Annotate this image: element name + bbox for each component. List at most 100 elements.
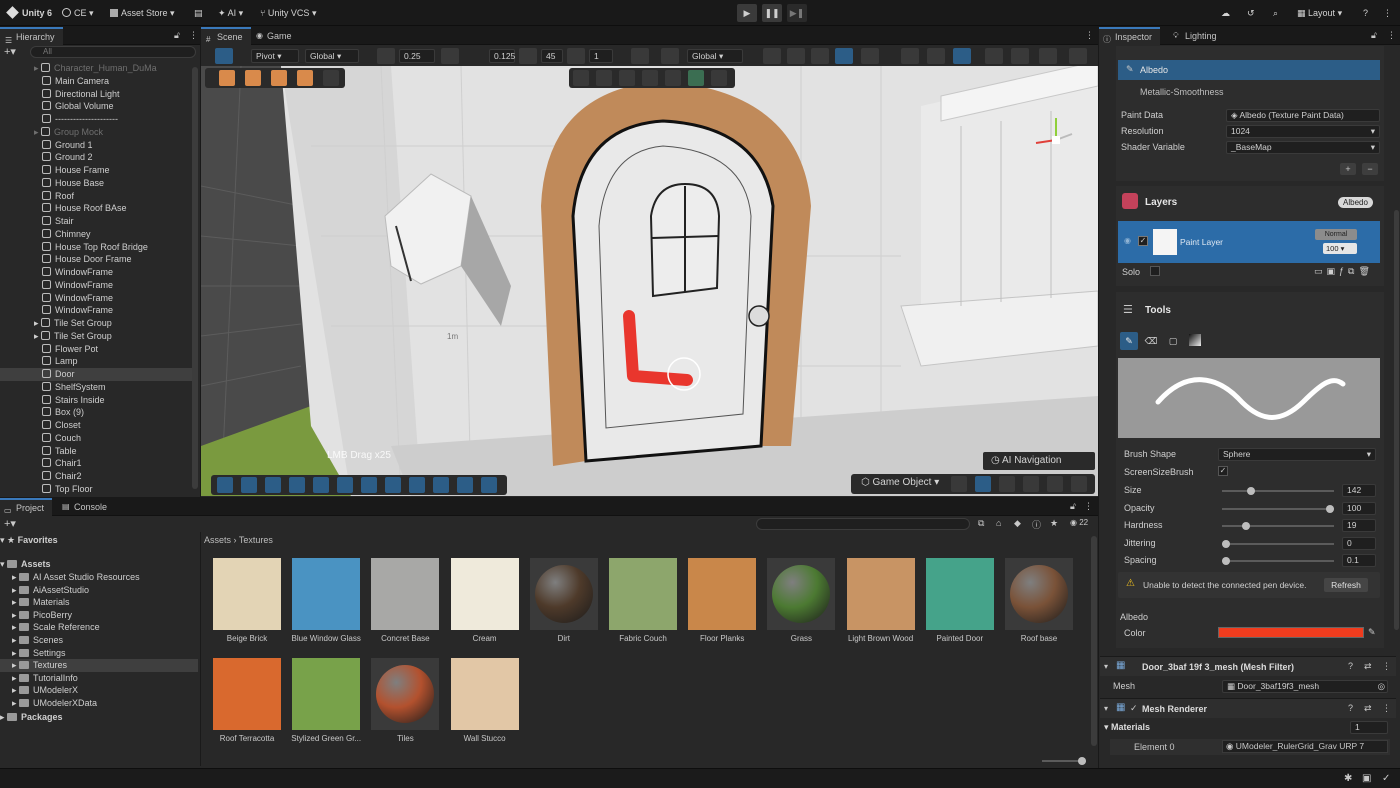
hierarchy-item[interactable]: Chair2: [0, 470, 192, 483]
um-tool-1-icon[interactable]: [241, 477, 257, 493]
lock-icon[interactable]: 🔓︎: [1070, 501, 1076, 512]
hierarchy-item[interactable]: WindowFrame: [0, 292, 192, 305]
history-icon[interactable]: ↺: [1247, 6, 1255, 20]
hierarchy-item[interactable]: Ground 2: [0, 151, 192, 164]
layer-visible-checkbox[interactable]: ✓: [1138, 236, 1148, 246]
camera-settings-icon[interactable]: [1039, 48, 1057, 64]
screen-size-checkbox[interactable]: ✓: [1218, 466, 1228, 476]
hierarchy-item[interactable]: House Top Roof Bridge: [0, 241, 192, 254]
hardness-field[interactable]: 19: [1342, 519, 1376, 532]
zoom-icon[interactable]: [433, 477, 449, 493]
opacity-slider[interactable]: [1222, 505, 1334, 513]
step-button[interactable]: ▶❚: [787, 4, 807, 22]
texture-item[interactable]: [450, 658, 519, 730]
solo-checkbox[interactable]: [1150, 266, 1160, 276]
globe-icon[interactable]: [763, 48, 781, 64]
texture-item[interactable]: [1005, 558, 1073, 630]
preset-icon[interactable]: ⇄: [1364, 661, 1372, 672]
hierarchy-search-input[interactable]: All: [30, 46, 196, 58]
tab-inspector[interactable]: ⓘ Inspector: [1099, 27, 1161, 45]
hierarchy-item[interactable]: Table: [0, 445, 192, 458]
expand-arrow-icon[interactable]: ▸: [12, 698, 19, 708]
panel-menu-icon[interactable]: ⋮: [1084, 501, 1093, 512]
mesh-filter-header[interactable]: ▾ ▦ Door_3baf 19f 3_mesh (Mesh Filter) ?…: [1100, 656, 1396, 676]
audio-mute-icon[interactable]: [901, 48, 919, 64]
eyedropper-icon[interactable]: ✎: [1368, 627, 1376, 638]
view-tool-icon[interactable]: [215, 48, 233, 64]
um-tool-2-icon[interactable]: [265, 477, 281, 493]
search-icon[interactable]: ⌕: [1273, 6, 1278, 20]
snap-value2-field[interactable]: 0.125: [489, 49, 515, 63]
help-icon[interactable]: ?: [1348, 703, 1353, 713]
duplicate-icon[interactable]: ⧉: [1348, 266, 1358, 276]
texture-item[interactable]: [767, 558, 836, 630]
hierarchy-item[interactable]: Chimney: [0, 228, 192, 241]
scale-value-field[interactable]: 1: [589, 49, 613, 63]
material-icon[interactable]: [711, 70, 727, 86]
unity-menu[interactable]: Unity 6: [6, 6, 52, 20]
texture-item[interactable]: [925, 558, 994, 630]
jittering-slider[interactable]: [1222, 540, 1334, 548]
expand-arrow-icon[interactable]: ▸: [12, 622, 19, 632]
brush-color-swatch[interactable]: [1218, 627, 1364, 638]
hierarchy-item[interactable]: House Frame: [0, 164, 192, 177]
hierarchy-item[interactable]: Global Volume: [0, 100, 192, 113]
rotate-tool-icon[interactable]: [999, 476, 1015, 492]
materials-foldout[interactable]: ▾ Materials: [1104, 722, 1150, 733]
inspector-scrollbar[interactable]: [1394, 210, 1399, 630]
texture-item[interactable]: [292, 658, 361, 730]
tag-icon[interactable]: ◆: [1014, 518, 1021, 529]
gradient-tool-icon[interactable]: [1186, 332, 1204, 350]
edge-icon[interactable]: [619, 70, 635, 86]
folder-item[interactable]: ▸ Materials: [0, 596, 198, 609]
hierarchy-item[interactable]: Lamp: [0, 355, 192, 368]
hierarchy-item[interactable]: ShelfSystem: [0, 381, 192, 394]
ai-navigation-overlay[interactable]: ◷ AI Navigation: [983, 452, 1095, 470]
expand-arrow-icon[interactable]: ▸: [12, 635, 19, 645]
shading-icon[interactable]: [787, 48, 805, 64]
bug-icon[interactable]: ✱: [1344, 773, 1352, 784]
expand-arrow-icon[interactable]: ▸: [12, 673, 19, 683]
add-icon[interactable]: +▾: [4, 45, 16, 58]
hierarchy-item[interactable]: House Door Frame: [0, 253, 192, 266]
hierarchy-item[interactable]: Stairs Inside: [0, 394, 192, 407]
component-menu-icon[interactable]: ⋮: [1382, 703, 1391, 714]
folder-icon[interactable]: ▭: [1314, 266, 1327, 276]
texture-item[interactable]: [292, 558, 361, 630]
eye-icon[interactable]: ◉: [1124, 236, 1131, 245]
material-field[interactable]: ◉ UModeler_RulerGrid_Grav URP 7: [1222, 740, 1388, 753]
panel-menu-icon[interactable]: ⋮: [1085, 30, 1094, 41]
hierarchy-item[interactable]: WindowFrame: [0, 304, 192, 317]
paint-mode-icon[interactable]: [219, 70, 235, 86]
shaded-icon[interactable]: [835, 48, 853, 64]
hierarchy-item[interactable]: Door: [0, 368, 192, 381]
cloud-icon[interactable]: ☁: [1221, 6, 1230, 20]
hierarchy-item[interactable]: ▸ Group Mock: [0, 126, 192, 139]
project-search-input[interactable]: [756, 518, 970, 530]
breadcrumb-current[interactable]: Textures: [239, 535, 273, 545]
hierarchy-item[interactable]: WindowFrame: [0, 266, 192, 279]
texture-item[interactable]: [371, 558, 440, 630]
play-button[interactable]: ▶: [737, 4, 757, 22]
expand-arrow-icon[interactable]: ▸: [34, 63, 41, 73]
increment-snap-icon[interactable]: [441, 48, 459, 64]
link-mode-icon[interactable]: [323, 70, 339, 86]
umodeler-logo-icon[interactable]: [573, 70, 589, 86]
cut-icon[interactable]: [313, 477, 329, 493]
brush-tool-icon[interactable]: ✎: [1120, 332, 1138, 350]
object-picker-icon[interactable]: ◎: [1378, 681, 1385, 691]
panel-menu-icon[interactable]: ⋮: [189, 30, 198, 41]
paint-data-field[interactable]: ◈ Albedo (Texture Paint Data): [1226, 109, 1380, 122]
hierarchy-item[interactable]: Flower Pot: [0, 343, 192, 356]
snap-value-field[interactable]: 0.25: [399, 49, 435, 63]
help-icon[interactable]: ?: [1363, 6, 1368, 20]
paint-layer-row[interactable]: ◉ ✓ Paint Layer Normal 100 ▾: [1118, 221, 1380, 263]
size-field[interactable]: 142: [1342, 484, 1376, 497]
pan-icon[interactable]: [457, 477, 473, 493]
expand-arrow-icon[interactable]: ▸: [34, 318, 41, 328]
gizmos-icon[interactable]: [1011, 48, 1029, 64]
rect-tool-icon[interactable]: [1047, 476, 1063, 492]
project-scrollbar[interactable]: [1091, 536, 1097, 746]
fx-icon[interactable]: ƒ: [1339, 266, 1348, 276]
mesh-field[interactable]: ▦ Door_3baf19f3_mesh ◎: [1222, 680, 1388, 693]
